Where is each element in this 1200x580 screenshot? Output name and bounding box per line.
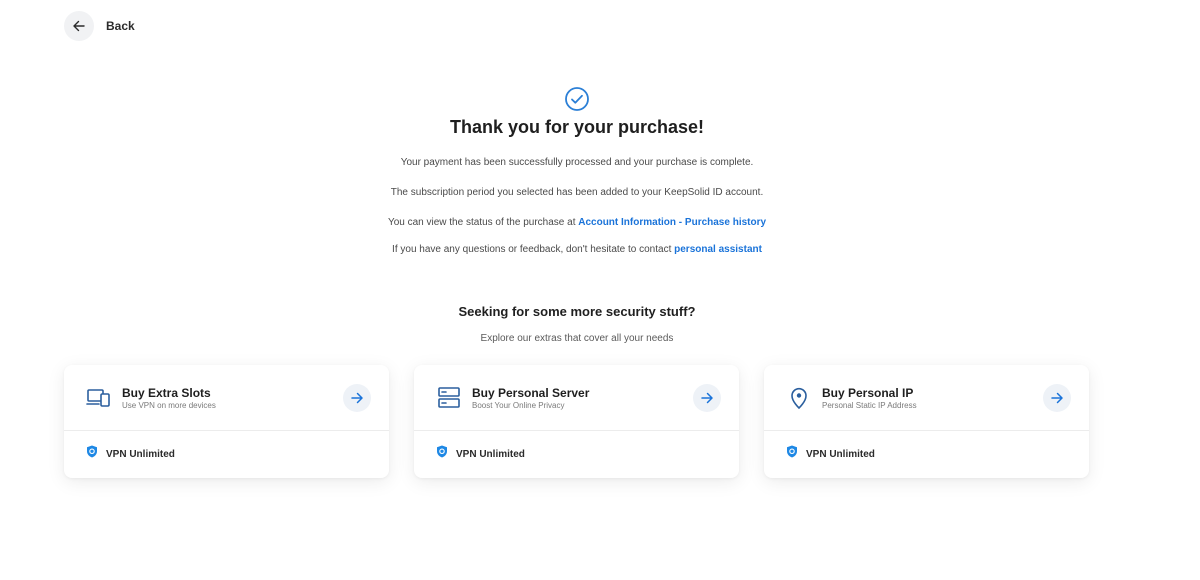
- card-product-row: VPN Unlimited: [64, 431, 389, 477]
- arrow-right-icon[interactable]: [693, 383, 721, 412]
- contact-prefix: If you have any questions or feedback, d…: [392, 244, 675, 255]
- subscription-added-text: The subscription period you selected has…: [390, 187, 764, 198]
- card-description: Boost Your Online Privacy: [472, 400, 565, 410]
- purchase-history-link[interactable]: Account Information - Purchase history: [578, 217, 766, 228]
- card-description: Personal Static IP Address: [822, 400, 917, 410]
- back-arrow-icon: [64, 11, 94, 41]
- purchase-status-text: You can view the status of the purchase …: [0, 217, 1154, 228]
- product-label: VPN Unlimited: [456, 448, 525, 460]
- success-check-icon: [0, 86, 1154, 112]
- devices-icon: [86, 385, 112, 411]
- back-label: Back: [106, 19, 135, 33]
- arrow-right-icon[interactable]: [1043, 383, 1071, 412]
- extras-subtitle: Explore our extras that cover all your n…: [480, 333, 674, 344]
- payment-processed-text: Your payment has been successfully proce…: [400, 157, 754, 168]
- personal-server-card: Buy Personal Server Boost Your Online Pr…: [414, 365, 739, 478]
- back-button[interactable]: Back: [64, 11, 135, 41]
- server-icon: [436, 385, 462, 411]
- card-description: Use VPN on more devices: [122, 400, 216, 410]
- product-label: VPN Unlimited: [806, 448, 875, 460]
- contact-text: If you have any questions or feedback, d…: [0, 244, 1154, 255]
- vpn-shield-icon: [86, 445, 98, 463]
- personal-assistant-link[interactable]: personal assistant: [674, 244, 762, 255]
- card-product-row: VPN Unlimited: [764, 431, 1089, 477]
- vpn-shield-icon: [436, 445, 448, 463]
- card-title: Buy Extra Slots: [122, 385, 211, 400]
- personal-server-card-header[interactable]: Buy Personal Server Boost Your Online Pr…: [414, 365, 739, 431]
- purchase-status-prefix: You can view the status of the purchase …: [387, 217, 579, 228]
- card-product-row: VPN Unlimited: [414, 431, 739, 477]
- arrow-right-icon[interactable]: [343, 383, 371, 412]
- location-pin-icon: [786, 385, 812, 411]
- personal-ip-card-header[interactable]: Buy Personal IP Personal Static IP Addre…: [764, 365, 1089, 431]
- card-title: Buy Personal Server: [472, 385, 590, 400]
- extra-slots-card: Buy Extra Slots Use VPN on more devices …: [64, 365, 389, 478]
- vpn-shield-icon: [786, 445, 798, 463]
- card-title: Buy Personal IP: [822, 385, 914, 400]
- product-label: VPN Unlimited: [106, 448, 175, 460]
- personal-ip-card: Buy Personal IP Personal Static IP Addre…: [764, 365, 1089, 478]
- extra-slots-card-header[interactable]: Buy Extra Slots Use VPN on more devices: [64, 365, 389, 431]
- page-title: Thank you for your purchase!: [449, 117, 705, 137]
- extras-title: Seeking for some more security stuff?: [458, 304, 696, 319]
